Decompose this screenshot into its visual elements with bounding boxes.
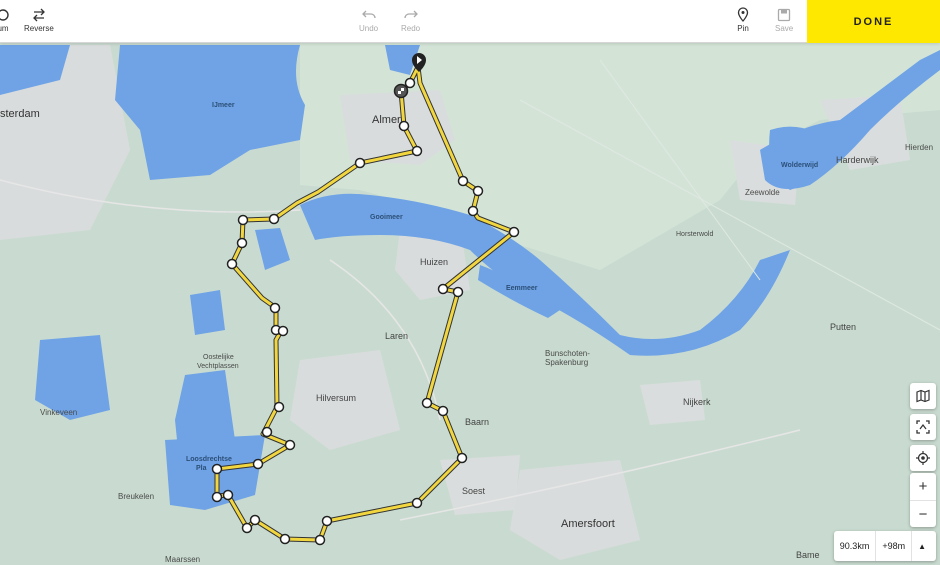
waypoint bbox=[268, 213, 280, 225]
waypoint bbox=[508, 226, 520, 238]
waypoint bbox=[269, 302, 281, 314]
save-button[interactable]: Save bbox=[775, 6, 793, 33]
waypoint bbox=[261, 426, 273, 438]
route-elevation-gain: +98m bbox=[882, 541, 906, 551]
waypoint bbox=[252, 458, 264, 470]
reverse-label: Reverse bbox=[24, 24, 54, 33]
zoom-in-button[interactable]: + bbox=[910, 473, 936, 500]
zoom-controls: + − bbox=[910, 473, 936, 527]
map-label-loosdrechtse: Loosdrechtse bbox=[186, 456, 232, 463]
waypoint bbox=[404, 77, 416, 89]
map-label-vechtplassen: Vechtplassen bbox=[197, 363, 239, 370]
fit-bounds-icon bbox=[916, 420, 930, 434]
map-label-oostelijke: Oostelijke bbox=[203, 354, 234, 361]
map-label-bame: Bame bbox=[796, 550, 820, 560]
finish-marker-icon[interactable] bbox=[393, 83, 409, 99]
waypoint bbox=[411, 145, 423, 157]
map-label-breukelen: Breukelen bbox=[118, 492, 155, 501]
zoom-label: um bbox=[0, 24, 9, 33]
reverse-button[interactable]: Reverse bbox=[24, 6, 54, 33]
map-label-loosdrechtse-plassen: Pla bbox=[196, 465, 207, 472]
undo-label: Undo bbox=[359, 24, 379, 33]
undo-icon bbox=[361, 6, 377, 24]
map-label-amsterdam: sterdam bbox=[0, 108, 40, 120]
redo-label: Redo bbox=[401, 24, 421, 33]
map-icon bbox=[916, 389, 930, 403]
map-label-gooimeer: Gooimeer bbox=[370, 214, 403, 221]
map-label-bunschoten: Bunschoten- bbox=[545, 349, 590, 358]
map-label-zeewolde: Zeewolde bbox=[745, 188, 780, 197]
waypoint bbox=[284, 439, 296, 451]
map-label-putten: Putten bbox=[830, 322, 857, 332]
zoom-out-button[interactable]: − bbox=[910, 500, 936, 527]
waypoint bbox=[437, 283, 449, 295]
waypoint bbox=[211, 491, 223, 503]
waypoint bbox=[211, 463, 223, 475]
waypoint bbox=[472, 185, 484, 197]
save-icon bbox=[777, 6, 791, 24]
pin-label: Pin bbox=[737, 24, 749, 33]
route-distance: 90.3km bbox=[839, 541, 870, 551]
waypoint bbox=[277, 325, 289, 337]
map-label-laren: Laren bbox=[385, 331, 409, 341]
map-style-button[interactable] bbox=[910, 383, 936, 409]
route-map[interactable]: sterdam IJmeer Almer Gooimeer Eemmeer Wo… bbox=[0, 0, 940, 565]
waypoint bbox=[321, 515, 333, 527]
locate-me-button[interactable] bbox=[910, 445, 936, 471]
zoom-to-route-button[interactable]: um bbox=[0, 6, 10, 33]
waypoint bbox=[222, 489, 234, 501]
map-label-wolderwijd: Wolderwijd bbox=[781, 162, 819, 169]
map-label-horsterwold: Horsterwold bbox=[676, 231, 714, 238]
waypoint bbox=[467, 205, 479, 217]
waypoint bbox=[354, 157, 366, 169]
waypoint bbox=[437, 405, 449, 417]
map-label-almere: Almer bbox=[372, 114, 401, 126]
waypoint bbox=[457, 175, 469, 187]
map-label-maarssen: Maarssen bbox=[165, 555, 201, 564]
waypoint bbox=[249, 514, 261, 526]
waypoint bbox=[237, 214, 249, 226]
map-label-spakenburg: Spakenburg bbox=[545, 358, 589, 367]
zoom-icon bbox=[0, 6, 10, 24]
waypoint bbox=[273, 401, 285, 413]
pin-button[interactable]: Pin bbox=[737, 6, 749, 33]
crosshair-icon bbox=[916, 451, 930, 465]
map-label-nijkerk: Nijkerk bbox=[683, 397, 711, 407]
save-label: Save bbox=[775, 24, 794, 33]
waypoint bbox=[456, 452, 468, 464]
done-button[interactable]: DONE bbox=[807, 0, 940, 43]
map-canvas[interactable] bbox=[0, 0, 940, 565]
waypoint bbox=[421, 397, 433, 409]
waypoint bbox=[279, 533, 291, 545]
map-label-ijmeer: IJmeer bbox=[212, 102, 235, 109]
redo-button[interactable]: Redo bbox=[401, 6, 420, 33]
waypoint bbox=[452, 286, 464, 298]
map-label-hierden: Hierden bbox=[905, 143, 934, 152]
map-label-soest: Soest bbox=[462, 486, 486, 496]
redo-icon bbox=[403, 6, 419, 24]
waypoint bbox=[314, 534, 326, 546]
map-label-huizen: Huizen bbox=[420, 257, 449, 267]
map-label-eemmeer: Eemmeer bbox=[506, 285, 538, 292]
map-label-harderwijk: Harderwijk bbox=[836, 155, 879, 165]
map-label-baarn: Baarn bbox=[465, 417, 490, 427]
swap-arrows-icon bbox=[31, 6, 47, 24]
map-label-vinkeveen: Vinkeveen bbox=[40, 408, 78, 417]
route-stats-panel[interactable]: 90.3km +98m ▲ bbox=[833, 531, 936, 561]
expand-caret-icon[interactable]: ▲ bbox=[912, 542, 936, 551]
pin-icon bbox=[737, 6, 749, 24]
waypoint bbox=[236, 237, 248, 249]
map-label-hilversum: Hilversum bbox=[316, 393, 357, 403]
undo-button[interactable]: Undo bbox=[359, 6, 378, 33]
map-label-amersfoort: Amersfoort bbox=[561, 518, 615, 530]
waypoint bbox=[241, 522, 253, 534]
waypoint bbox=[411, 497, 423, 509]
toolbar: um Reverse Undo Redo Pin Save DONE bbox=[0, 0, 940, 43]
fit-route-button[interactable] bbox=[910, 414, 936, 440]
waypoint bbox=[226, 258, 238, 270]
